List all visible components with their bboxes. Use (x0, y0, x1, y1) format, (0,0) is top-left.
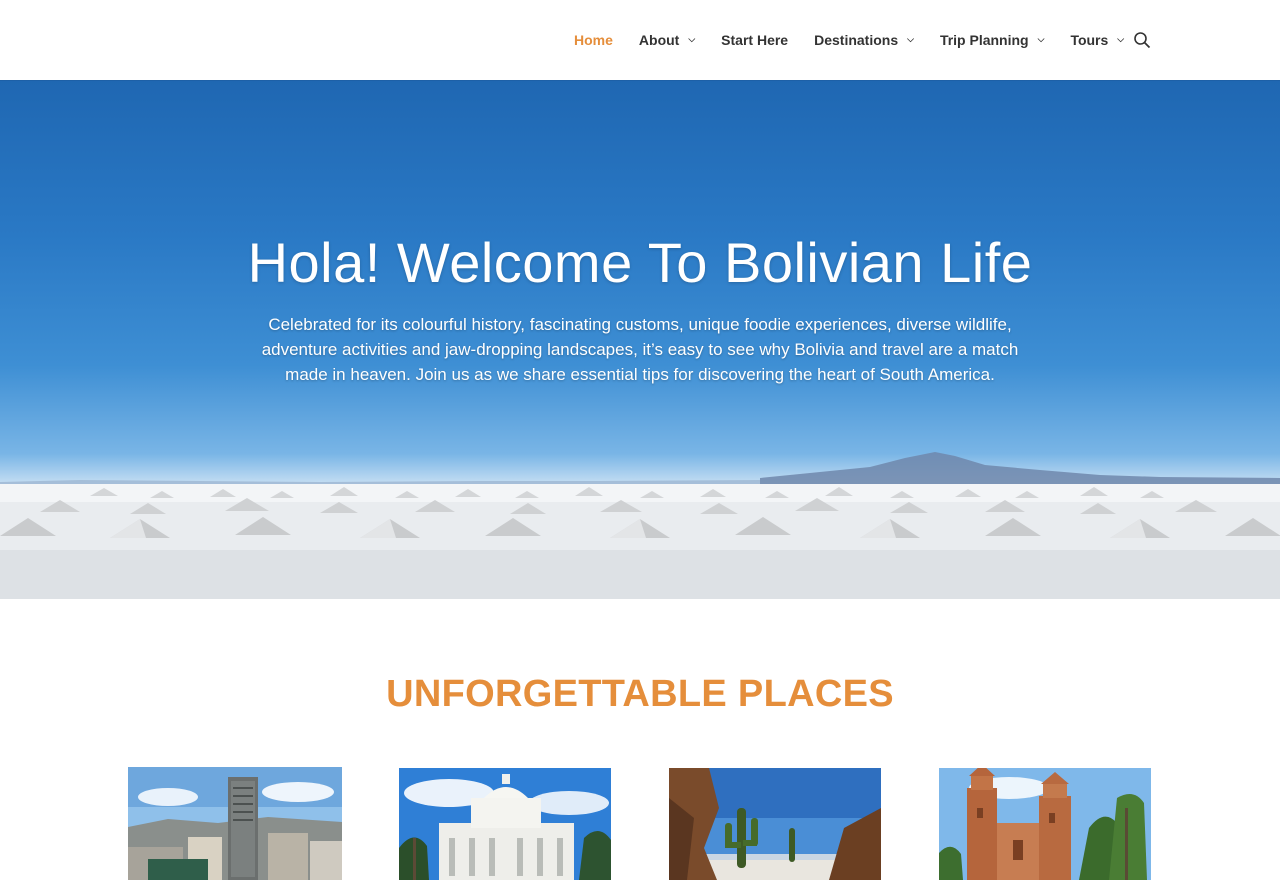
main-nav: Home About ⌵ Start Here Destinations ⌵ T… (574, 0, 1150, 80)
nav-item-label: Destinations (814, 32, 899, 48)
nav-item-label: Tours (1070, 32, 1109, 48)
cactus-salt-flat-photo (669, 768, 881, 880)
search-icon[interactable] (1133, 31, 1151, 49)
nav-item-home[interactable]: Home (574, 32, 613, 48)
hero-subtitle: Celebrated for its colourful history, fa… (261, 315, 1019, 384)
hero-title: Hola! Welcome To Bolivian Life (247, 231, 1033, 294)
nav-item-about[interactable]: About ⌵ (639, 32, 695, 48)
nav-item-trip-planning[interactable]: Trip Planning ⌵ (940, 32, 1045, 48)
site-header: Home About ⌵ Start Here Destinations ⌵ T… (0, 0, 1280, 80)
nav-item-tours[interactable]: Tours ⌵ (1070, 32, 1124, 48)
chevron-down-icon: ⌵ (1037, 33, 1045, 44)
place-card-city[interactable] (128, 767, 342, 880)
nav-item-destinations[interactable]: Destinations ⌵ (814, 32, 914, 48)
place-card-building[interactable] (399, 768, 611, 881)
nav-item-start-here[interactable]: Start Here (721, 32, 788, 48)
nav-item-label: Trip Planning (939, 32, 1029, 48)
nav-item-label: Start Here (721, 32, 789, 48)
nav-item-label: About (638, 32, 680, 48)
chevron-down-icon: ⌵ (688, 33, 696, 44)
nav-item-label: Home (574, 32, 613, 48)
city-skyline-photo (128, 767, 342, 880)
hero-banner: Hola! Welcome To Bolivian Life Celebrate… (0, 80, 1280, 599)
place-card-cactus[interactable] (669, 768, 881, 881)
white-colonial-building-photo (399, 768, 611, 880)
place-card-cathedral[interactable] (939, 768, 1151, 881)
brick-cathedral-photo (939, 768, 1151, 880)
chevron-down-icon: ⌵ (1117, 33, 1125, 44)
chevron-down-icon: ⌵ (907, 33, 914, 44)
section-title: UNFORGETTABLE PLACES (386, 673, 894, 715)
